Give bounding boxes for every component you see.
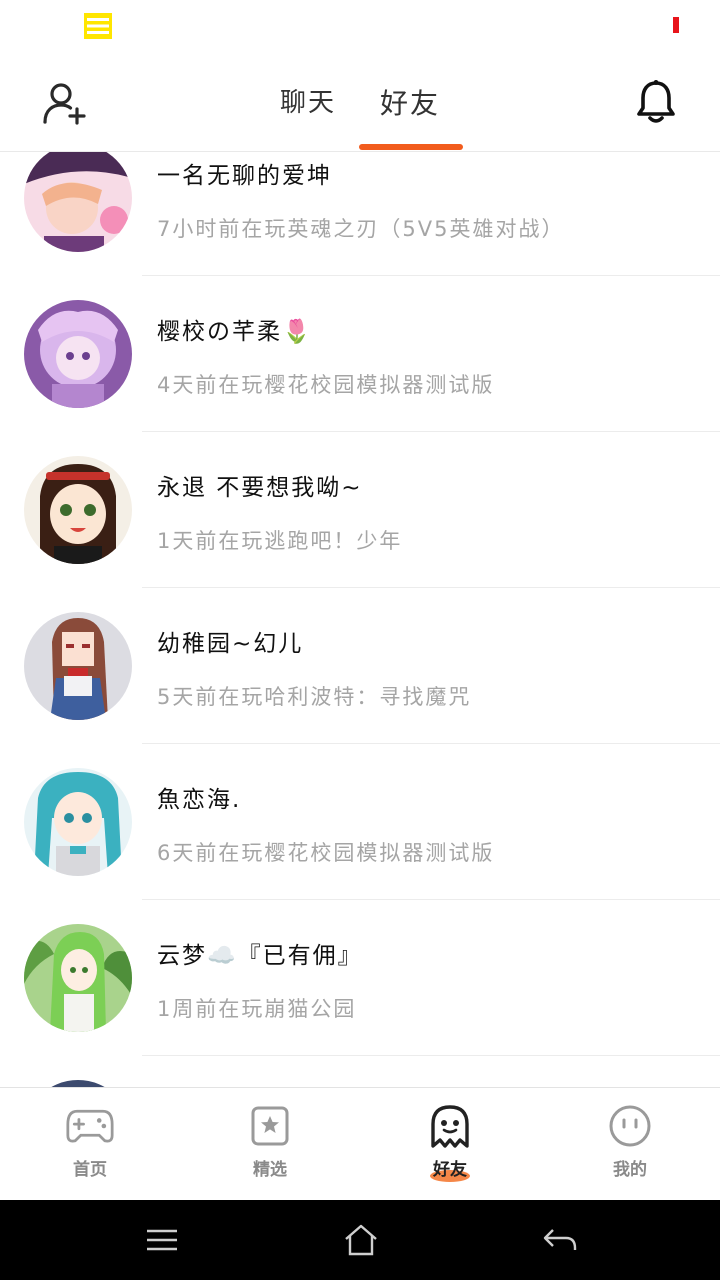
friend-row[interactable]: 云梦☁️『已有佣』 1周前在玩崩猫公园 (0, 900, 720, 1056)
avatar[interactable] (24, 1080, 132, 1087)
nav-label: 精选 (253, 1160, 287, 1180)
nav-home[interactable]: 首页 (0, 1088, 180, 1201)
ghost-icon (426, 1104, 474, 1148)
nav-label: 好友 (433, 1160, 467, 1180)
status-bar (0, 0, 720, 56)
tab-bar: 聊天 好友 (0, 56, 720, 152)
friend-activity: 5天前在玩哈利波特：寻找魔咒 (157, 685, 472, 709)
friend-row[interactable]: 一名无聊的爱坤 7小时前在玩英魂之刃（5V5英雄对战） (0, 152, 720, 276)
friend-name: 永退 不要想我呦~ (157, 475, 363, 501)
avatar[interactable] (24, 768, 132, 876)
friend-activity: 6天前在玩樱花校园模拟器测试版 (157, 841, 495, 865)
active-tab-indicator (359, 144, 463, 150)
friend-list[interactable]: 一名无聊的爱坤 7小时前在玩英魂之刃（5V5英雄对战） 樱校の芊柔🌷 4天前在玩… (0, 152, 720, 1087)
back-icon (543, 1229, 577, 1250)
nav-label: 首页 (73, 1160, 107, 1180)
friend-activity: 4天前在玩樱花校园模拟器测试版 (157, 373, 495, 397)
friend-activity: 7小时前在玩英魂之刃（5V5英雄对战） (157, 217, 565, 241)
friend-row[interactable] (0, 1056, 720, 1087)
top-header: 聊天 好友 (0, 56, 720, 152)
system-home-button[interactable] (341, 1220, 381, 1260)
friend-activity: 1天前在玩逃跑吧！少年 (157, 529, 403, 553)
gamepad-icon (66, 1104, 114, 1148)
bell-icon (637, 80, 675, 123)
menu-icon (147, 1229, 177, 1251)
friend-row[interactable]: 樱校の芊柔🌷 4天前在玩樱花校园模拟器测试版 (0, 276, 720, 432)
friend-row[interactable]: 魚恋海. 6天前在玩樱花校园模拟器测试版 (0, 744, 720, 900)
avatar[interactable] (24, 612, 132, 720)
friend-activity: 1周前在玩崩猫公园 (157, 997, 357, 1021)
system-back-button[interactable] (540, 1220, 580, 1260)
notifications-button[interactable] (632, 76, 680, 128)
tab-chat[interactable]: 聊天 (280, 82, 336, 119)
friend-name: 魚恋海. (157, 787, 242, 813)
nav-featured[interactable]: 精选 (180, 1088, 360, 1201)
bottom-navigation: 首页 精选 好友 我的 (0, 1087, 720, 1200)
system-menu-button[interactable] (142, 1220, 182, 1260)
friend-row[interactable]: 幼稚园~幻儿 5天前在玩哈利波特：寻找魔咒 (0, 588, 720, 744)
avatar[interactable] (24, 300, 132, 408)
friend-name: 幼稚园~幻儿 (157, 631, 304, 657)
avatar[interactable] (24, 152, 132, 252)
system-navigation-bar (0, 1200, 720, 1280)
friend-name: 樱校の芊柔🌷 (157, 319, 313, 345)
home-icon (345, 1224, 377, 1256)
star-card-icon (246, 1104, 294, 1148)
avatar[interactable] (24, 924, 132, 1032)
friend-name: 云梦☁️『已有佣』 (157, 943, 363, 969)
nav-profile[interactable]: 我的 (540, 1088, 720, 1201)
nav-friends[interactable]: 好友 (360, 1088, 540, 1201)
avatar[interactable] (24, 456, 132, 564)
notification-menu-icon (84, 13, 112, 39)
smiley-icon (606, 1104, 654, 1148)
nav-label: 我的 (613, 1160, 647, 1180)
friend-row[interactable]: 永退 不要想我呦~ 1天前在玩逃跑吧！少年 (0, 432, 720, 588)
tab-friends[interactable]: 好友 (380, 82, 440, 122)
battery-icon (673, 17, 679, 33)
friend-name: 一名无聊的爱坤 (157, 163, 332, 189)
